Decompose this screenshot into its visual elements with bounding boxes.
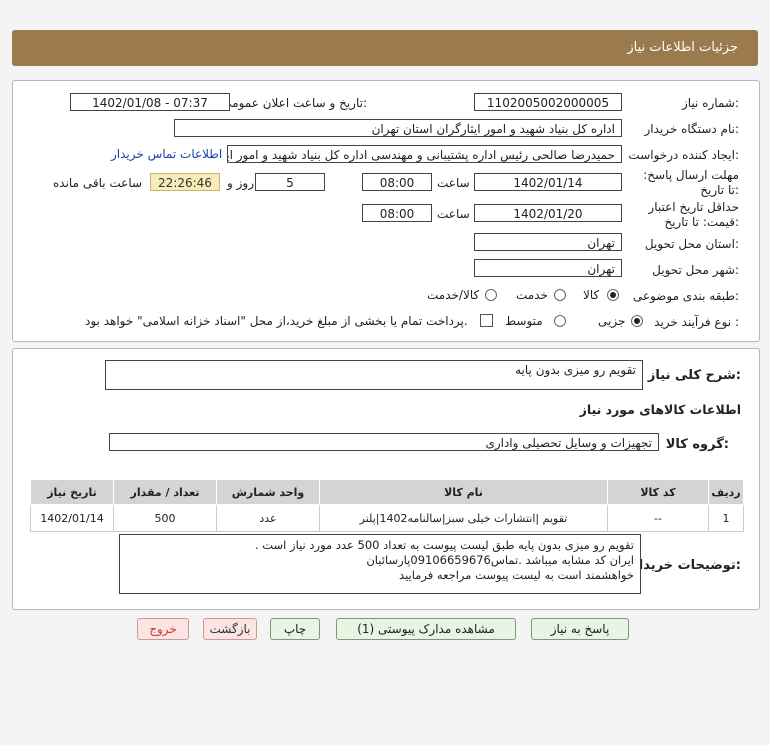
need-number-label: شماره نیاز: <box>681 96 739 110</box>
page-title: جزئیات اطلاعات نیاز <box>627 40 738 55</box>
need-number-field[interactable]: 1102005002000005 <box>474 93 622 111</box>
announce-field[interactable]: 1402/01/08 - 07:37 <box>70 93 230 111</box>
process-label: نوع فرآیند خرید : <box>654 315 739 329</box>
buyer-notes-line-3: خواهشمند است به لیست پیوست مراجعه فرمایی… <box>399 568 634 582</box>
col-qty: تعداد / مقدار <box>113 479 217 505</box>
province-field[interactable]: تهران <box>474 233 622 251</box>
need-info-panel: شماره نیاز: 1102005002000005 تاریخ و ساع… <box>12 80 760 342</box>
attachments-button[interactable]: مشاهده مدارک پیوستی (1) <box>336 618 516 640</box>
city-field[interactable]: تهران <box>474 259 622 277</box>
table-row[interactable]: 1 -- تقویم |انتشارات خیلی سبز|سالنامه140… <box>30 504 744 532</box>
buyer-org-field[interactable]: اداره کل بنیاد شهید و امور ایثارگران است… <box>174 119 622 137</box>
col-row: ردیف <box>708 479 744 505</box>
cell-name: تقویم |انتشارات خیلی سبز|سالنامه1402|پلن… <box>319 504 608 532</box>
summary-field[interactable]: تقویم رو میزی بدون پایه <box>105 360 643 390</box>
process-radio-minor[interactable] <box>631 315 643 327</box>
goods-group-label: گروه کالا: <box>665 437 729 452</box>
province-label: استان محل تحویل: <box>644 237 739 251</box>
need-details-panel: شرح کلی نیاز: تقویم رو میزی بدون پایه اط… <box>12 348 760 610</box>
reply-date-field[interactable]: 1402/01/14 <box>474 173 622 191</box>
goods-info-title: اطلاعات کالاهای مورد نیاز <box>579 402 741 417</box>
buyer-org-label: نام دستگاه خریدار: <box>644 122 740 136</box>
goods-table: ردیف کد کالا نام کالا واحد شمارش تعداد /… <box>30 479 744 532</box>
creator-field[interactable]: حمیدرضا صالحی رئیس اداره پشتیبانی و مهند… <box>227 145 622 163</box>
buyer-notes-field[interactable]: تقویم رو میزی بدون پایه طبق لیست پیوست ب… <box>119 534 641 594</box>
reply-time-field[interactable]: 08:00 <box>362 173 432 191</box>
process-radio-medium[interactable] <box>554 315 566 327</box>
category-option-service: خدمت <box>516 288 548 302</box>
validity-time-label: ساعت <box>437 207 470 221</box>
cell-date: 1402/01/14 <box>30 504 114 532</box>
cell-code: -- <box>607 504 709 532</box>
category-label: طبقه بندی موضوعی: <box>632 289 739 303</box>
days-field[interactable]: 5 <box>255 173 325 191</box>
summary-label: شرح کلی نیاز: <box>647 368 741 383</box>
buyer-notes-line-1: تقویم رو میزی بدون پایه طبق لیست پیوست ب… <box>254 538 634 552</box>
reply-button[interactable]: پاسخ به نیاز <box>531 618 629 640</box>
remaining-time-field: 22:26:46 <box>150 173 220 191</box>
category-radio-goods[interactable] <box>607 289 619 301</box>
col-date: تاریخ نیاز <box>30 479 114 505</box>
buyer-notes-label: توضیحات خریدار: <box>631 558 741 573</box>
remaining-label: ساعت باقی مانده <box>53 176 143 190</box>
creator-label: ایجاد کننده درخواست: <box>628 148 739 162</box>
cell-row: 1 <box>708 504 744 532</box>
process-option-medium: متوسط <box>505 314 543 328</box>
back-button[interactable]: بازگشت <box>203 618 257 640</box>
col-name: نام کالا <box>319 479 608 505</box>
goods-group-field[interactable]: تجهیزات و وسایل تحصیلی واداری <box>109 433 659 451</box>
exit-button[interactable]: خروج <box>137 618 189 640</box>
days-label: روز و <box>227 176 254 190</box>
category-option-goods-service: کالا/خدمت <box>427 288 480 302</box>
reply-time-label: ساعت <box>437 176 470 190</box>
announce-label: تاریخ و ساعت اعلان عمومی: <box>222 96 367 110</box>
reply-deadline-label: مهلت ارسال پاسخ: تا تاریخ: <box>643 168 739 197</box>
process-option-minor: جزیی <box>598 314 626 328</box>
category-radio-service[interactable] <box>554 289 566 301</box>
validity-date-field[interactable]: 1402/01/20 <box>474 204 622 222</box>
col-unit: واحد شمارش <box>216 479 320 505</box>
treasury-checkbox[interactable] <box>480 314 493 327</box>
validity-label: حداقل تاریخ اعتبار قیمت: تا تاریخ: <box>648 200 739 229</box>
print-button[interactable]: چاپ <box>270 618 320 640</box>
buyer-notes-line-2: ایران کد مشابه میباشد .تماس09106659676پا… <box>366 553 634 567</box>
payment-note: پرداخت تمام یا بخشی از مبلغ خرید،از محل … <box>85 314 468 328</box>
category-option-goods: کالا <box>583 288 600 302</box>
cell-qty: 500 <box>113 504 217 532</box>
category-radio-goods-service[interactable] <box>485 289 497 301</box>
contact-buyer-link[interactable]: اطلاعات تماس خریدار <box>111 147 222 161</box>
cell-unit: عدد <box>216 504 320 532</box>
validity-time-field[interactable]: 08:00 <box>362 204 432 222</box>
col-code: کد کالا <box>607 479 709 505</box>
page-header: جزئیات اطلاعات نیاز <box>12 30 758 66</box>
city-label: شهر محل تحویل: <box>652 263 739 277</box>
